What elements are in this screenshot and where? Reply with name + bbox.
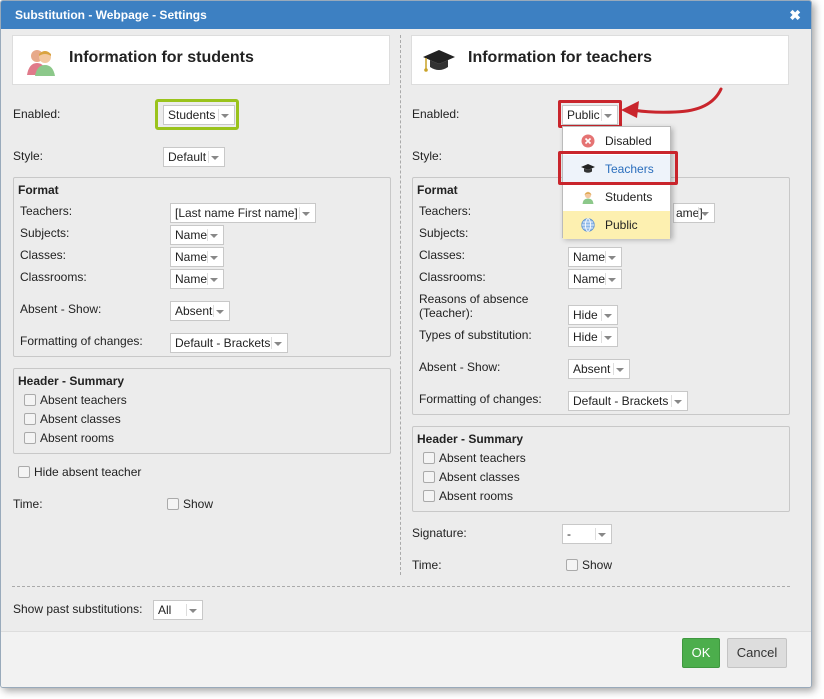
teachers-classes-label: Classes:	[419, 248, 466, 262]
signature-select[interactable]: -	[562, 524, 612, 544]
teachers-absent-teachers-label: Absent teachers	[439, 451, 526, 465]
menu-item-label: Public	[605, 218, 638, 232]
students-classrooms-label: Classrooms:	[20, 270, 87, 284]
students-absent-rooms-checkbox[interactable]	[24, 432, 36, 444]
students-absent-teachers-checkbox[interactable]	[24, 394, 36, 406]
dialog-footer: OK Cancel	[1, 631, 811, 687]
students-absent-classes-label: Absent classes	[40, 412, 121, 426]
students-enabled-select[interactable]: Students	[163, 105, 235, 125]
teachers-absent-label: Absent - Show:	[419, 360, 501, 374]
students-style-select[interactable]: Default	[163, 147, 225, 167]
students-subjects-label: Subjects:	[20, 226, 70, 240]
teachers-formatting-label: Formatting of changes:	[419, 392, 542, 406]
student-icon	[27, 50, 55, 76]
disabled-icon	[581, 134, 595, 148]
teachers-reasons-label-1: Reasons of absence	[419, 292, 529, 306]
teachers-classrooms-select[interactable]: Name	[568, 269, 622, 289]
teachers-absent-rooms-label: Absent rooms	[439, 489, 514, 503]
teachers-enabled-label: Enabled:	[412, 107, 460, 121]
menu-item-students[interactable]: Students	[563, 183, 670, 211]
teachers-header: Information for teachers	[411, 35, 789, 85]
teachers-time-show-label: Show	[582, 558, 613, 572]
teachers-reasons-select[interactable]: Hide	[568, 305, 618, 325]
teachers-teachers-label: Teachers:	[419, 204, 472, 218]
signature-label: Signature:	[412, 526, 467, 540]
teachers-types-select[interactable]: Hide	[568, 327, 618, 347]
students-teachers-select[interactable]: [Last name First name]	[170, 203, 316, 223]
teachers-absent-teachers-checkbox[interactable]	[423, 452, 435, 464]
students-classrooms-select[interactable]: Name	[170, 269, 224, 289]
graduation-cap-icon	[423, 50, 455, 72]
students-formatting-select[interactable]: Default - Brackets	[170, 333, 288, 353]
students-heading: Information for students	[69, 49, 254, 66]
teachers-header-title: Header - Summary	[417, 432, 524, 446]
students-classes-label: Classes:	[20, 248, 67, 262]
students-absent-classes-checkbox[interactable]	[24, 413, 36, 425]
students-absent-rooms-label: Absent rooms	[40, 431, 115, 445]
teachers-enabled-select[interactable]: Public	[562, 105, 618, 125]
students-style-label: Style:	[13, 149, 44, 163]
menu-item-label: Students	[605, 190, 653, 204]
ok-button[interactable]: OK	[682, 638, 720, 668]
students-time-show-label: Show	[183, 497, 214, 511]
teachers-subjects-label: Subjects:	[419, 226, 469, 240]
teachers-time-show-checkbox[interactable]	[566, 559, 578, 571]
teachers-reasons-label-2: (Teacher):	[419, 306, 474, 320]
teachers-time-label: Time:	[412, 558, 442, 572]
title-bar: Substitution - Webpage - Settings ✖	[1, 1, 811, 29]
window-title: Substitution - Webpage - Settings	[15, 8, 207, 22]
teachers-item-highlight	[558, 151, 678, 185]
hide-absent-teacher-label: Hide absent teacher	[34, 465, 142, 479]
teachers-types-label: Types of substitution:	[419, 328, 532, 342]
annotation-arrow	[621, 87, 723, 118]
menu-item-public[interactable]: Public	[563, 211, 670, 239]
teachers-formatting-select[interactable]: Default - Brackets	[568, 391, 688, 411]
hide-absent-teacher-checkbox[interactable]	[18, 466, 30, 478]
students-time-show-checkbox[interactable]	[167, 498, 179, 510]
students-absent-select[interactable]: Absent	[170, 301, 230, 321]
students-format-title: Format	[18, 183, 59, 197]
section-divider	[12, 586, 790, 587]
teachers-style-label: Style:	[412, 149, 443, 163]
students-time-label: Time:	[13, 497, 43, 511]
students-header: Information for students	[12, 35, 390, 85]
students-enabled-label: Enabled:	[13, 107, 61, 121]
teachers-absent-rooms-checkbox[interactable]	[423, 490, 435, 502]
students-absent-teachers-label: Absent teachers	[40, 393, 127, 407]
students-absent-label: Absent - Show:	[20, 302, 102, 316]
teachers-classes-select[interactable]: Name	[568, 247, 622, 267]
menu-item-label: Disabled	[605, 134, 652, 148]
cancel-button[interactable]: Cancel	[727, 638, 787, 668]
globe-icon	[581, 218, 595, 232]
teachers-header-summary-group: Header - Summary Absent teachers Absent …	[412, 426, 790, 512]
students-header-summary-group: Header - Summary Absent teachers Absent …	[13, 368, 391, 454]
close-icon[interactable]: ✖	[789, 1, 801, 29]
students-subjects-select[interactable]: Name	[170, 225, 224, 245]
students-formatting-label: Formatting of changes:	[20, 334, 143, 348]
student-icon	[582, 191, 594, 204]
teachers-classrooms-label: Classrooms:	[419, 270, 486, 284]
teachers-absent-select[interactable]: Absent	[568, 359, 630, 379]
teachers-teachers-select[interactable]: ame]	[673, 203, 715, 223]
teachers-absent-classes-label: Absent classes	[439, 470, 520, 484]
students-teachers-label: Teachers:	[20, 204, 73, 218]
teachers-heading: Information for teachers	[468, 49, 653, 66]
students-format-group: Format Teachers: [Last name First name] …	[13, 177, 391, 357]
show-past-select[interactable]: All	[153, 600, 203, 620]
settings-dialog: Substitution - Webpage - Settings ✖ Info…	[0, 0, 812, 688]
students-classes-select[interactable]: Name	[170, 247, 224, 267]
column-divider	[400, 35, 401, 575]
show-past-label: Show past substitutions:	[13, 602, 143, 616]
teachers-absent-classes-checkbox[interactable]	[423, 471, 435, 483]
teachers-format-title: Format	[417, 183, 458, 197]
students-header-title: Header - Summary	[18, 374, 125, 388]
